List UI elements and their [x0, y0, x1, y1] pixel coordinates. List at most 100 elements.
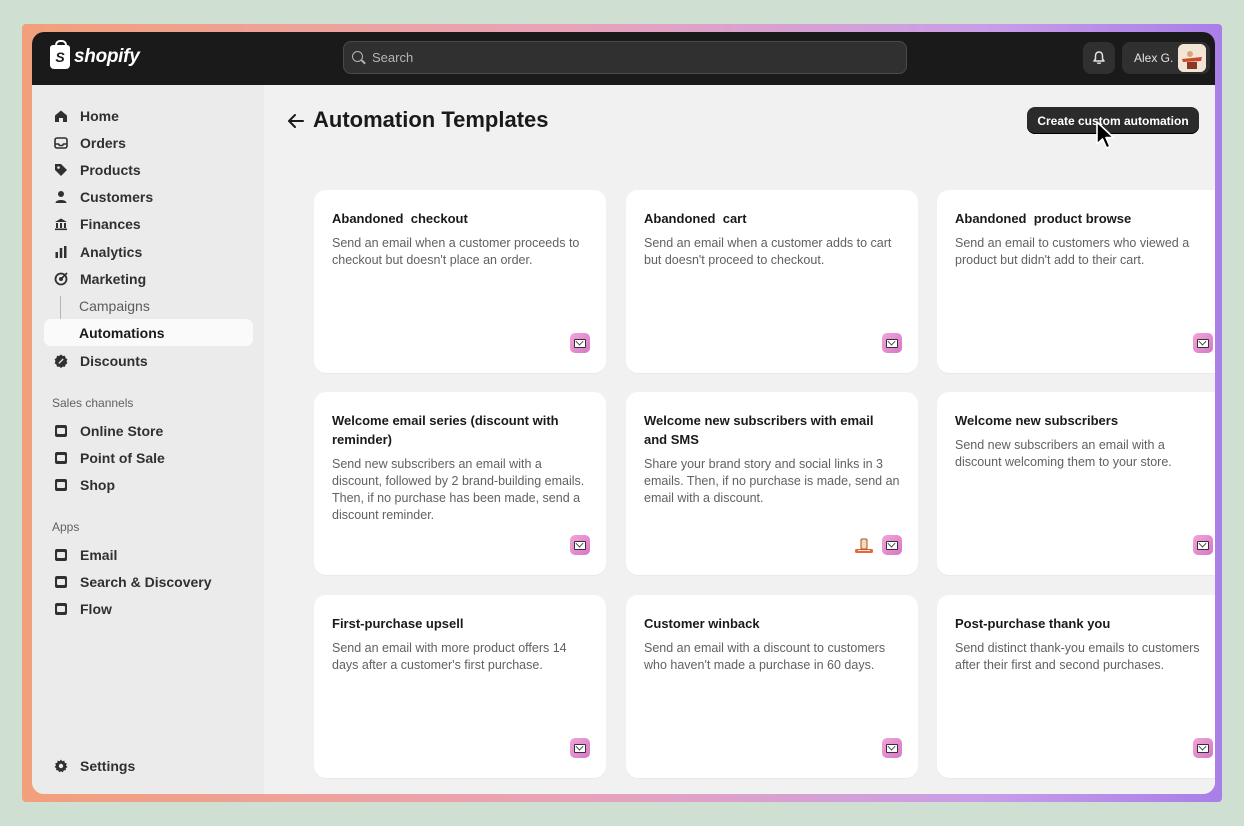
back-button[interactable]: [286, 113, 306, 129]
sidebar-item-label: Email: [80, 546, 118, 563]
home-icon: [53, 108, 69, 124]
sidebar-item-automations[interactable]: Automations: [44, 319, 253, 346]
mouse-cursor-icon: [1096, 121, 1115, 149]
discount-icon: [53, 353, 69, 369]
sidebar-item-settings[interactable]: Settings: [44, 752, 253, 779]
sidebar-item-label: Automations: [79, 324, 165, 341]
sidebar: Home Orders Products Customers Finances: [32, 85, 264, 794]
sidebar-item-label: Shop: [80, 476, 115, 493]
email-icon: [882, 738, 902, 758]
email-icon: [570, 535, 590, 555]
search-discovery-icon: [53, 574, 69, 590]
main-content: Automation Templates Create custom autom…: [264, 85, 1215, 794]
target-icon: [53, 271, 69, 287]
user-menu-button[interactable]: Alex G.: [1122, 42, 1210, 74]
sidebar-item-label: Customers: [80, 188, 154, 205]
sidebar-item-label: Flow: [80, 600, 112, 617]
store-icon: [53, 423, 69, 439]
sidebar-item-point-of-sale[interactable]: Point of Sale: [44, 444, 253, 471]
sidebar-item-label: Analytics: [80, 243, 143, 260]
app-window: S shopify Alex G.: [32, 32, 1215, 794]
card-title: Abandoned checkout: [332, 211, 468, 226]
page-title: Automation Templates: [313, 107, 549, 132]
user-name: Alex G.: [1134, 51, 1174, 65]
template-card-first-purchase-upsell[interactable]: First-purchase upsell Send an email with…: [314, 595, 606, 778]
template-card-welcome-new-subscribers[interactable]: Welcome new subscribers Send new subscri…: [937, 392, 1215, 575]
sidebar-item-label: Products: [80, 161, 141, 178]
card-description: Send new subscribers an email with a dis…: [332, 457, 585, 522]
sidebar-item-label: Point of Sale: [80, 449, 165, 466]
notifications-button[interactable]: [1083, 42, 1115, 74]
shopify-bag-icon: S: [50, 40, 70, 69]
email-icon: [882, 333, 902, 353]
search-input[interactable]: [372, 50, 872, 65]
sms-icon: [854, 535, 874, 555]
card-title: Post-purchase thank you: [955, 616, 1111, 631]
sidebar-item-orders[interactable]: Orders: [44, 129, 253, 156]
email-app-icon: [53, 547, 69, 563]
card-title: Welcome new subscribers with email and S…: [644, 413, 878, 447]
logo-text: shopify: [74, 46, 140, 67]
tag-icon: [53, 162, 69, 178]
template-card-post-purchase-thank-you[interactable]: Post-purchase thank you Send distinct th…: [937, 595, 1215, 778]
arrow-left-icon: [288, 114, 304, 128]
sidebar-item-products[interactable]: Products: [44, 156, 253, 183]
card-description: Send an email with a discount to custome…: [644, 641, 886, 672]
sidebar-item-discounts[interactable]: Discounts: [44, 347, 253, 374]
card-description: Send an email with more product offers 1…: [332, 641, 567, 672]
sidebar-item-flow[interactable]: Flow: [44, 595, 253, 622]
shop-icon: [53, 477, 69, 493]
sidebar-item-finances[interactable]: Finances: [44, 210, 253, 237]
email-icon: [570, 333, 590, 353]
sidebar-item-shop[interactable]: Shop: [44, 471, 253, 498]
template-card-abandoned-cart[interactable]: Abandoned cart Send an email when a cust…: [626, 190, 918, 373]
template-card-abandoned-product-browse[interactable]: Abandoned product browse Send an email t…: [937, 190, 1215, 373]
sidebar-item-label: Online Store: [80, 422, 164, 439]
email-icon: [882, 535, 902, 555]
shopify-logo[interactable]: S shopify: [50, 40, 140, 69]
card-title: Abandoned cart: [644, 211, 747, 226]
sidebar-item-analytics[interactable]: Analytics: [44, 238, 253, 265]
card-description: Send distinct thank-you emails to custom…: [955, 641, 1200, 672]
sidebar-item-search-discovery[interactable]: Search & Discovery: [44, 568, 253, 595]
card-description: Send an email when a customer adds to ca…: [644, 236, 892, 267]
email-icon: [570, 738, 590, 758]
bell-icon: [1093, 51, 1105, 64]
card-description: Share your brand story and social links …: [644, 457, 900, 505]
card-title: Welcome new subscribers: [955, 413, 1119, 428]
bank-icon: [53, 216, 69, 232]
card-title: Customer winback: [644, 616, 760, 631]
card-title: Abandoned product browse: [955, 211, 1132, 226]
sidebar-item-label: Settings: [80, 757, 136, 774]
sales-channels-heading: Sales channels: [52, 396, 134, 410]
sidebar-item-label: Orders: [80, 134, 126, 151]
sidebar-item-marketing[interactable]: Marketing: [44, 265, 253, 292]
pos-icon: [53, 450, 69, 466]
flow-icon: [53, 601, 69, 617]
sidebar-item-label: Finances: [80, 215, 141, 232]
gear-icon: [53, 758, 69, 774]
avatar: [1178, 44, 1206, 72]
sidebar-item-label: Discounts: [80, 352, 148, 369]
sidebar-item-online-store[interactable]: Online Store: [44, 417, 253, 444]
template-card-customer-winback[interactable]: Customer winback Send an email with a di…: [626, 595, 918, 778]
template-card-abandoned-checkout[interactable]: Abandoned checkout Send an email when a …: [314, 190, 606, 373]
email-icon: [1193, 738, 1213, 758]
sidebar-item-campaigns[interactable]: Campaigns: [44, 292, 253, 319]
email-icon: [1193, 535, 1213, 555]
sidebar-item-home[interactable]: Home: [44, 102, 253, 129]
person-icon: [53, 189, 69, 205]
card-title: First-purchase upsell: [332, 616, 464, 631]
sidebar-item-email[interactable]: Email: [44, 541, 253, 568]
sidebar-item-label: Search & Discovery: [80, 573, 212, 590]
search-bar[interactable]: [343, 41, 907, 74]
template-card-welcome-email-sms[interactable]: Welcome new subscribers with email and S…: [626, 392, 918, 575]
card-description: Send new subscribers an email with a dis…: [955, 438, 1172, 469]
search-icon: [352, 50, 366, 65]
template-card-welcome-series-discount[interactable]: Welcome email series (discount with remi…: [314, 392, 606, 575]
top-bar: S shopify Alex G.: [32, 32, 1215, 85]
sidebar-item-customers[interactable]: Customers: [44, 183, 253, 210]
sidebar-item-label: Campaigns: [79, 297, 150, 314]
email-icon: [1193, 333, 1213, 353]
card-title: Welcome email series (discount with remi…: [332, 413, 563, 447]
